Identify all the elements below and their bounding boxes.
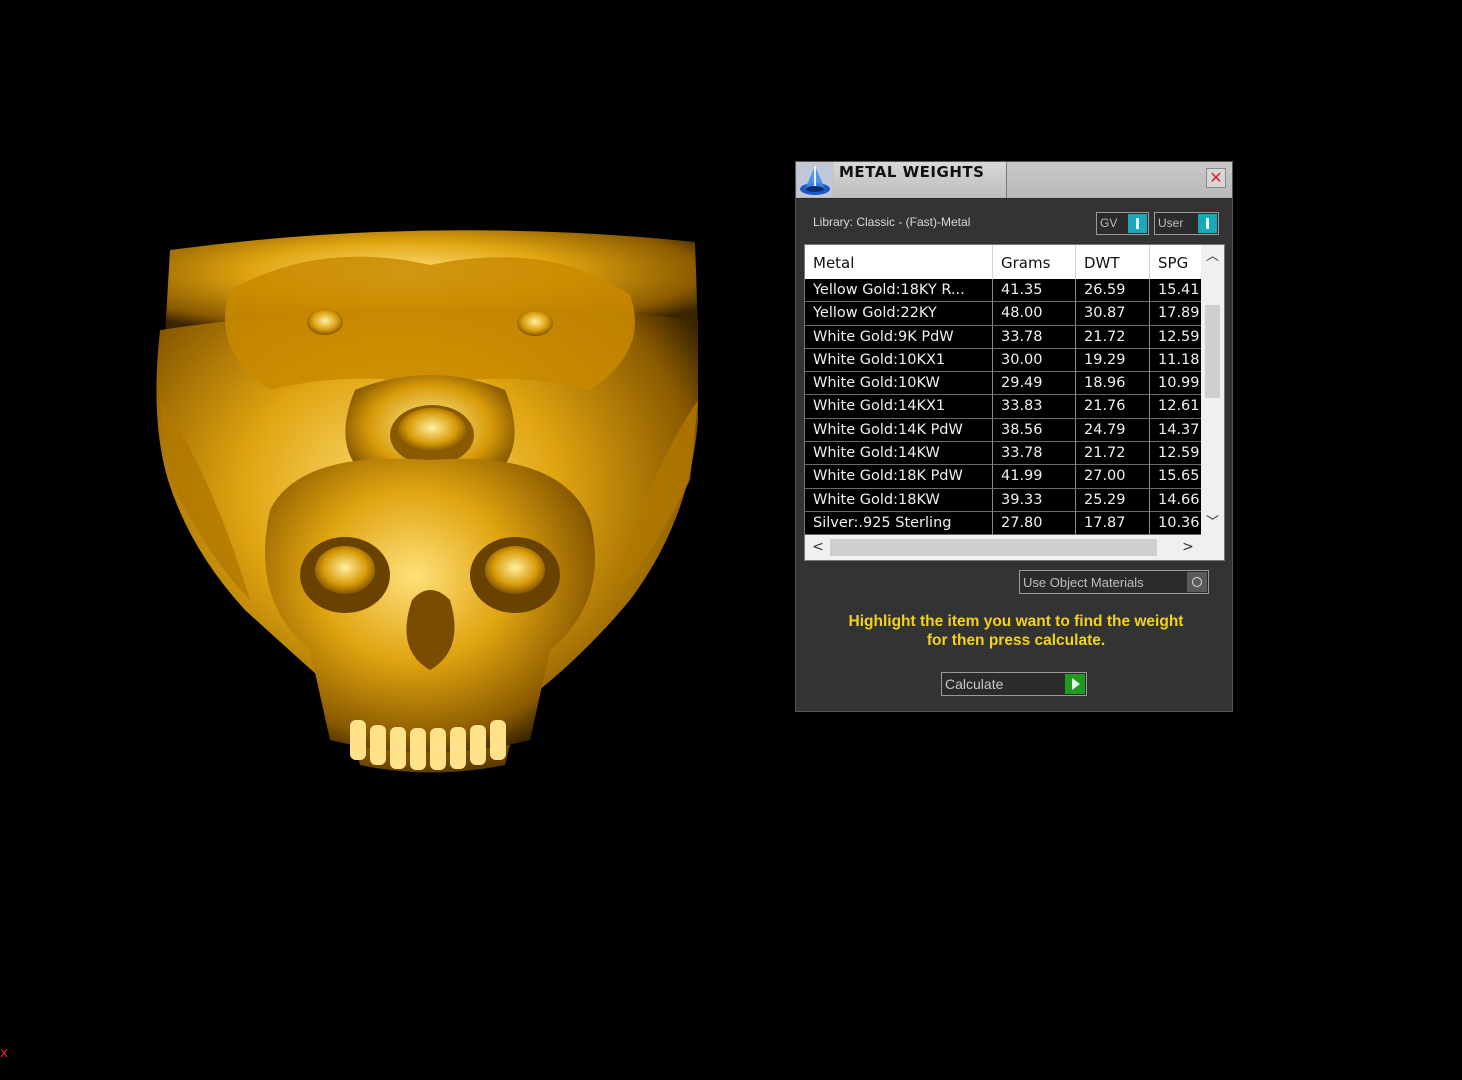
metal-cell: Yellow Gold:18KY R... xyxy=(805,279,993,302)
dialog-title: METAL WEIGHTS xyxy=(839,163,985,181)
dwt-cell: 19.29 xyxy=(1076,348,1150,372)
table-header: Metal Grams DWT SPG xyxy=(805,245,1201,279)
3d-viewport[interactable] xyxy=(0,0,780,1080)
dwt-cell: 26.59 xyxy=(1076,279,1150,302)
dwt-cell: 21.72 xyxy=(1076,442,1150,466)
spg-cell: 14.37 xyxy=(1158,421,1200,438)
gv-toggle-label: GV xyxy=(1100,216,1118,230)
use-object-materials-toggle[interactable]: Use Object Materials xyxy=(1019,570,1209,594)
dialog-titlebar[interactable]: METAL WEIGHTS ✕ xyxy=(796,162,1232,199)
table-row[interactable]: White Gold:9K PdW 33.78 21.72 12.59 xyxy=(805,325,1201,349)
dwt-cell: 17.87 xyxy=(1076,511,1150,535)
vertical-scrollbar[interactable]: ︿ ﹀ xyxy=(1201,245,1224,535)
table-row[interactable]: Yellow Gold:22KY 48.00 30.87 17.89 xyxy=(805,302,1201,326)
spg-cell: 12.59 xyxy=(1158,445,1200,462)
spg-cell: 12.59 xyxy=(1158,328,1200,345)
metal-cell: White Gold:18KW xyxy=(805,488,993,512)
horizontal-scrollbar[interactable]: < > xyxy=(805,535,1224,560)
column-header-grams[interactable]: Grams xyxy=(993,245,1076,279)
grams-cell: 33.78 xyxy=(993,442,1076,466)
table-row[interactable]: Silver:.925 Sterling 27.80 17.87 10.36 xyxy=(805,511,1201,535)
grams-cell: 29.49 xyxy=(993,372,1076,396)
user-toggle-label: User xyxy=(1158,216,1184,230)
play-icon xyxy=(1065,674,1085,694)
spg-cell: 12.61 xyxy=(1158,398,1200,415)
table-row[interactable]: White Gold:14KX1 33.83 21.76 12.61 xyxy=(805,395,1201,419)
axis-marker: x xyxy=(0,1045,9,1061)
app-logo-icon xyxy=(797,163,833,197)
metal-cell: White Gold:10KW xyxy=(805,372,993,396)
scroll-left-icon[interactable]: < xyxy=(807,535,829,560)
spg-cell: 11.18 xyxy=(1158,351,1200,368)
table-row[interactable]: White Gold:14KW 33.78 21.72 12.59 xyxy=(805,442,1201,466)
dwt-cell: 18.96 xyxy=(1076,372,1150,396)
instruction-line-2: for then press calculate. xyxy=(926,632,1106,649)
spg-cell: 15.41 xyxy=(1158,282,1200,298)
column-header-dwt[interactable]: DWT xyxy=(1076,245,1150,279)
scroll-down-icon[interactable]: ﹀ xyxy=(1201,513,1224,533)
scroll-right-icon[interactable]: > xyxy=(1177,535,1199,560)
grams-cell: 41.99 xyxy=(993,465,1076,489)
ring-model-render xyxy=(156,230,698,773)
horizontal-scroll-thumb[interactable] xyxy=(830,539,1157,556)
grams-cell: 30.00 xyxy=(993,348,1076,372)
dwt-cell: 21.72 xyxy=(1076,325,1150,349)
table-body: Yellow Gold:18KY R... 41.35 26.59 15.41 Yell… xyxy=(805,279,1201,535)
metal-weights-dialog: METAL WEIGHTS ✕ Library: Classic - (Fast… xyxy=(795,161,1233,712)
calculate-button[interactable]: Calculate xyxy=(941,672,1087,696)
close-icon: ✕ xyxy=(1209,168,1223,187)
grams-cell: 48.00 xyxy=(993,302,1076,326)
spg-cell: 14.66 xyxy=(1158,491,1200,508)
grams-cell: 38.56 xyxy=(993,418,1076,442)
grams-cell: 33.78 xyxy=(993,325,1076,349)
grams-cell: 27.80 xyxy=(993,511,1076,535)
spg-cell: 15.65 xyxy=(1158,468,1200,485)
scroll-up-icon[interactable]: ︿ xyxy=(1201,247,1224,267)
grams-cell: 33.83 xyxy=(993,395,1076,419)
table-row[interactable]: White Gold:10KX1 30.00 19.29 11.18 xyxy=(805,348,1201,373)
toggle-on-icon xyxy=(1198,214,1217,233)
column-header-metal[interactable]: Metal xyxy=(805,245,993,279)
toggle-off-icon xyxy=(1187,572,1207,592)
metal-cell: White Gold:14KX1 xyxy=(805,395,993,419)
grams-cell: 39.33 xyxy=(993,488,1076,512)
calculate-label: Calculate xyxy=(945,676,1004,692)
table-row[interactable]: White Gold:14K PdW 38.56 24.79 14.37 xyxy=(805,418,1201,443)
instruction-text: Highlight the item you want to find the … xyxy=(816,612,1216,650)
gv-toggle[interactable]: GV xyxy=(1096,212,1149,235)
spg-cell: 17.89 xyxy=(1158,305,1200,322)
column-header-spg[interactable]: SPG xyxy=(1150,245,1201,279)
spg-cell: 10.99 xyxy=(1158,375,1200,392)
table-row[interactable]: Yellow Gold:18KY R... 41.35 26.59 15.41 xyxy=(805,279,1201,303)
dwt-cell: 25.29 xyxy=(1076,488,1150,512)
dwt-cell: 24.79 xyxy=(1076,418,1150,442)
instruction-line-1: Highlight the item you want to find the … xyxy=(848,613,1184,630)
user-toggle[interactable]: User xyxy=(1154,212,1219,235)
metal-cell: Silver:.925 Sterling xyxy=(805,511,993,535)
table-row[interactable]: White Gold:10KW 29.49 18.96 10.99 xyxy=(805,372,1201,396)
dwt-cell: 21.76 xyxy=(1076,395,1150,419)
metal-cell: White Gold:14K PdW xyxy=(805,418,993,442)
metal-table: Metal Grams DWT SPG Yellow Gold:18KY R..… xyxy=(804,244,1225,561)
metal-cell: Yellow Gold:22KY xyxy=(805,302,993,326)
grams-cell: 41.35 xyxy=(993,279,1076,302)
library-label: Library: Classic - (Fast)-Metal xyxy=(813,215,971,229)
metal-cell: White Gold:10KX1 xyxy=(805,348,993,372)
use-object-materials-label: Use Object Materials xyxy=(1023,575,1144,590)
dwt-cell: 27.00 xyxy=(1076,465,1150,489)
vertical-scroll-thumb[interactable] xyxy=(1205,305,1220,398)
close-button[interactable]: ✕ xyxy=(1206,168,1226,188)
dialog-title-tab: METAL WEIGHTS xyxy=(834,162,1007,198)
table-row[interactable]: White Gold:18KW 39.33 25.29 14.66 xyxy=(805,488,1201,512)
metal-cell: White Gold:9K PdW xyxy=(805,325,993,349)
spg-cell: 10.36 xyxy=(1158,514,1200,531)
metal-cell: White Gold:18K PdW xyxy=(805,465,993,489)
toggle-on-icon xyxy=(1128,214,1147,233)
metal-cell: White Gold:14KW xyxy=(805,442,993,466)
dwt-cell: 30.87 xyxy=(1076,302,1150,326)
table-row[interactable]: White Gold:18K PdW 41.99 27.00 15.65 xyxy=(805,465,1201,489)
